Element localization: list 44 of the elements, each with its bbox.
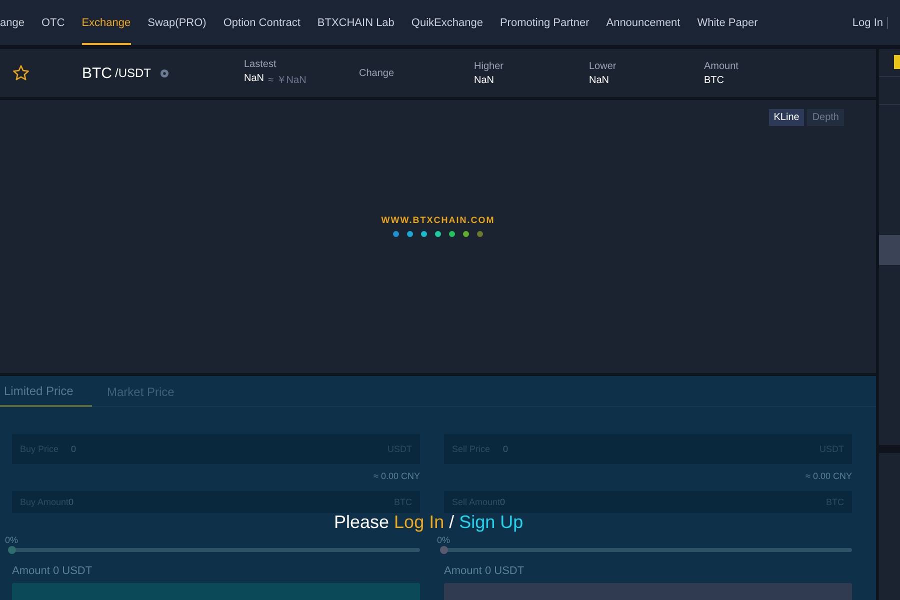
total-amount: Amount 0 USDT xyxy=(12,565,94,577)
nav-link[interactable]: Announcement xyxy=(606,0,680,44)
total-amount: Amount 0 USDT xyxy=(444,565,526,577)
nav-link[interactable]: White Paper xyxy=(697,0,758,44)
nav-link[interactable]: QuikExchange xyxy=(411,0,483,44)
percent-label: 0% xyxy=(5,535,20,545)
stat-label: Change xyxy=(359,68,396,78)
field-value: 0 xyxy=(68,497,75,507)
loading-logo-text: WWW.BTXCHAIN.COM xyxy=(381,214,495,224)
login-link[interactable]: Log In xyxy=(852,16,888,28)
pair-base: BTC xyxy=(82,64,112,82)
info-icon[interactable] xyxy=(160,68,169,78)
percent-label: 0% xyxy=(437,535,452,545)
stat-label: Lastest xyxy=(244,59,278,70)
approx-value: ≈ 0.00 CNY xyxy=(374,471,420,481)
star-icon[interactable] xyxy=(12,64,30,82)
signup-link[interactable]: Sign Up xyxy=(459,512,524,532)
stat-label: Higher xyxy=(474,60,504,72)
slider-handle[interactable] xyxy=(8,546,16,554)
stat-value: NaN xyxy=(589,74,610,86)
side-row-highlight xyxy=(879,235,900,265)
login-prompt: Please Log In / Sign Up xyxy=(334,513,524,531)
chart-tab[interactable]: KLine xyxy=(768,109,804,126)
badge-icon xyxy=(894,55,900,69)
nav-link[interactable]: Swap(PRO) xyxy=(148,0,206,44)
nav-link[interactable]: Option Contract xyxy=(223,0,300,44)
field-value: 0 xyxy=(71,444,78,454)
pair-quote: /USDT xyxy=(115,66,151,80)
field-value: 0 xyxy=(500,497,506,507)
field-value: 0 xyxy=(503,444,510,454)
stat-value: BTC xyxy=(704,74,724,86)
stat-label: Amount xyxy=(704,60,740,72)
stat-value: NaN xyxy=(244,73,264,86)
nav-link[interactable]: OTC xyxy=(41,0,65,44)
nav-link[interactable]: BTXCHAIN Lab xyxy=(317,0,394,44)
stat-value: NaN xyxy=(474,74,494,86)
login-link[interactable]: Log In xyxy=(394,512,444,532)
stat-secondary-value: ≈ ￥NaN xyxy=(268,74,306,87)
nav-link[interactable]: Promoting Partner xyxy=(500,0,590,44)
nav-link[interactable]: Exchange xyxy=(82,4,131,44)
approx-value: ≈ 0.00 CNY xyxy=(806,471,852,481)
nav-link[interactable]: ange xyxy=(0,0,24,44)
stat-label: Lower xyxy=(589,60,618,72)
slider-handle[interactable] xyxy=(440,546,448,554)
